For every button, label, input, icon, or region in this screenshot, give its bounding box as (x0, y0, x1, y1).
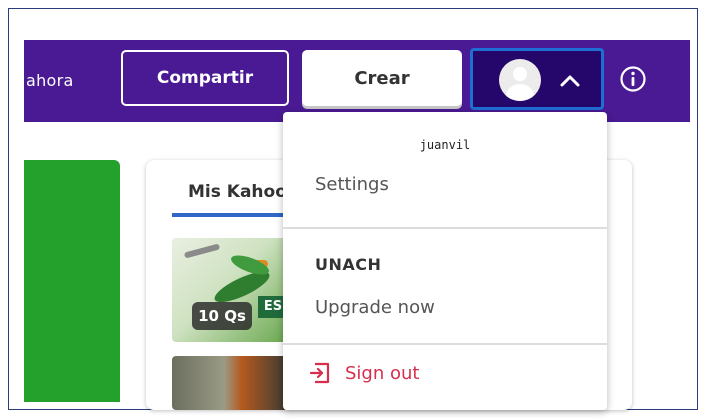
profile-menu-button[interactable] (470, 48, 604, 110)
username-label: juanvil (419, 138, 471, 152)
share-button[interactable]: Compartir (121, 50, 289, 106)
thumbnail-bird (183, 243, 221, 259)
chevron-up-icon (560, 75, 580, 87)
user-avatar-icon (499, 59, 541, 101)
nav-link-partial[interactable]: ahora (24, 40, 106, 122)
green-side-panel (24, 160, 120, 402)
sign-out-icon (309, 362, 330, 384)
kahoot-thumbnail[interactable]: ES 10 Qs (172, 238, 288, 342)
kahoot-thumbnail[interactable] (172, 356, 288, 410)
avatar-body (506, 84, 534, 101)
menu-divider (283, 227, 607, 229)
menu-divider (283, 343, 607, 345)
settings-menu-item[interactable]: Settings (315, 174, 389, 195)
avatar-head (513, 67, 527, 81)
upgrade-menu-item[interactable]: Upgrade now (315, 297, 435, 318)
sign-out-label: Sign out (345, 362, 420, 384)
organization-name: UNACH (315, 255, 382, 274)
info-icon[interactable] (618, 64, 648, 94)
profile-dropdown-menu: juanvil Settings UNACH Upgrade now Sign … (283, 112, 607, 410)
create-button[interactable]: Crear (302, 50, 462, 106)
sign-out-menu-item[interactable]: Sign out (309, 362, 419, 384)
active-tab-underline (172, 213, 292, 217)
question-count-badge: 10 Qs (192, 302, 252, 330)
